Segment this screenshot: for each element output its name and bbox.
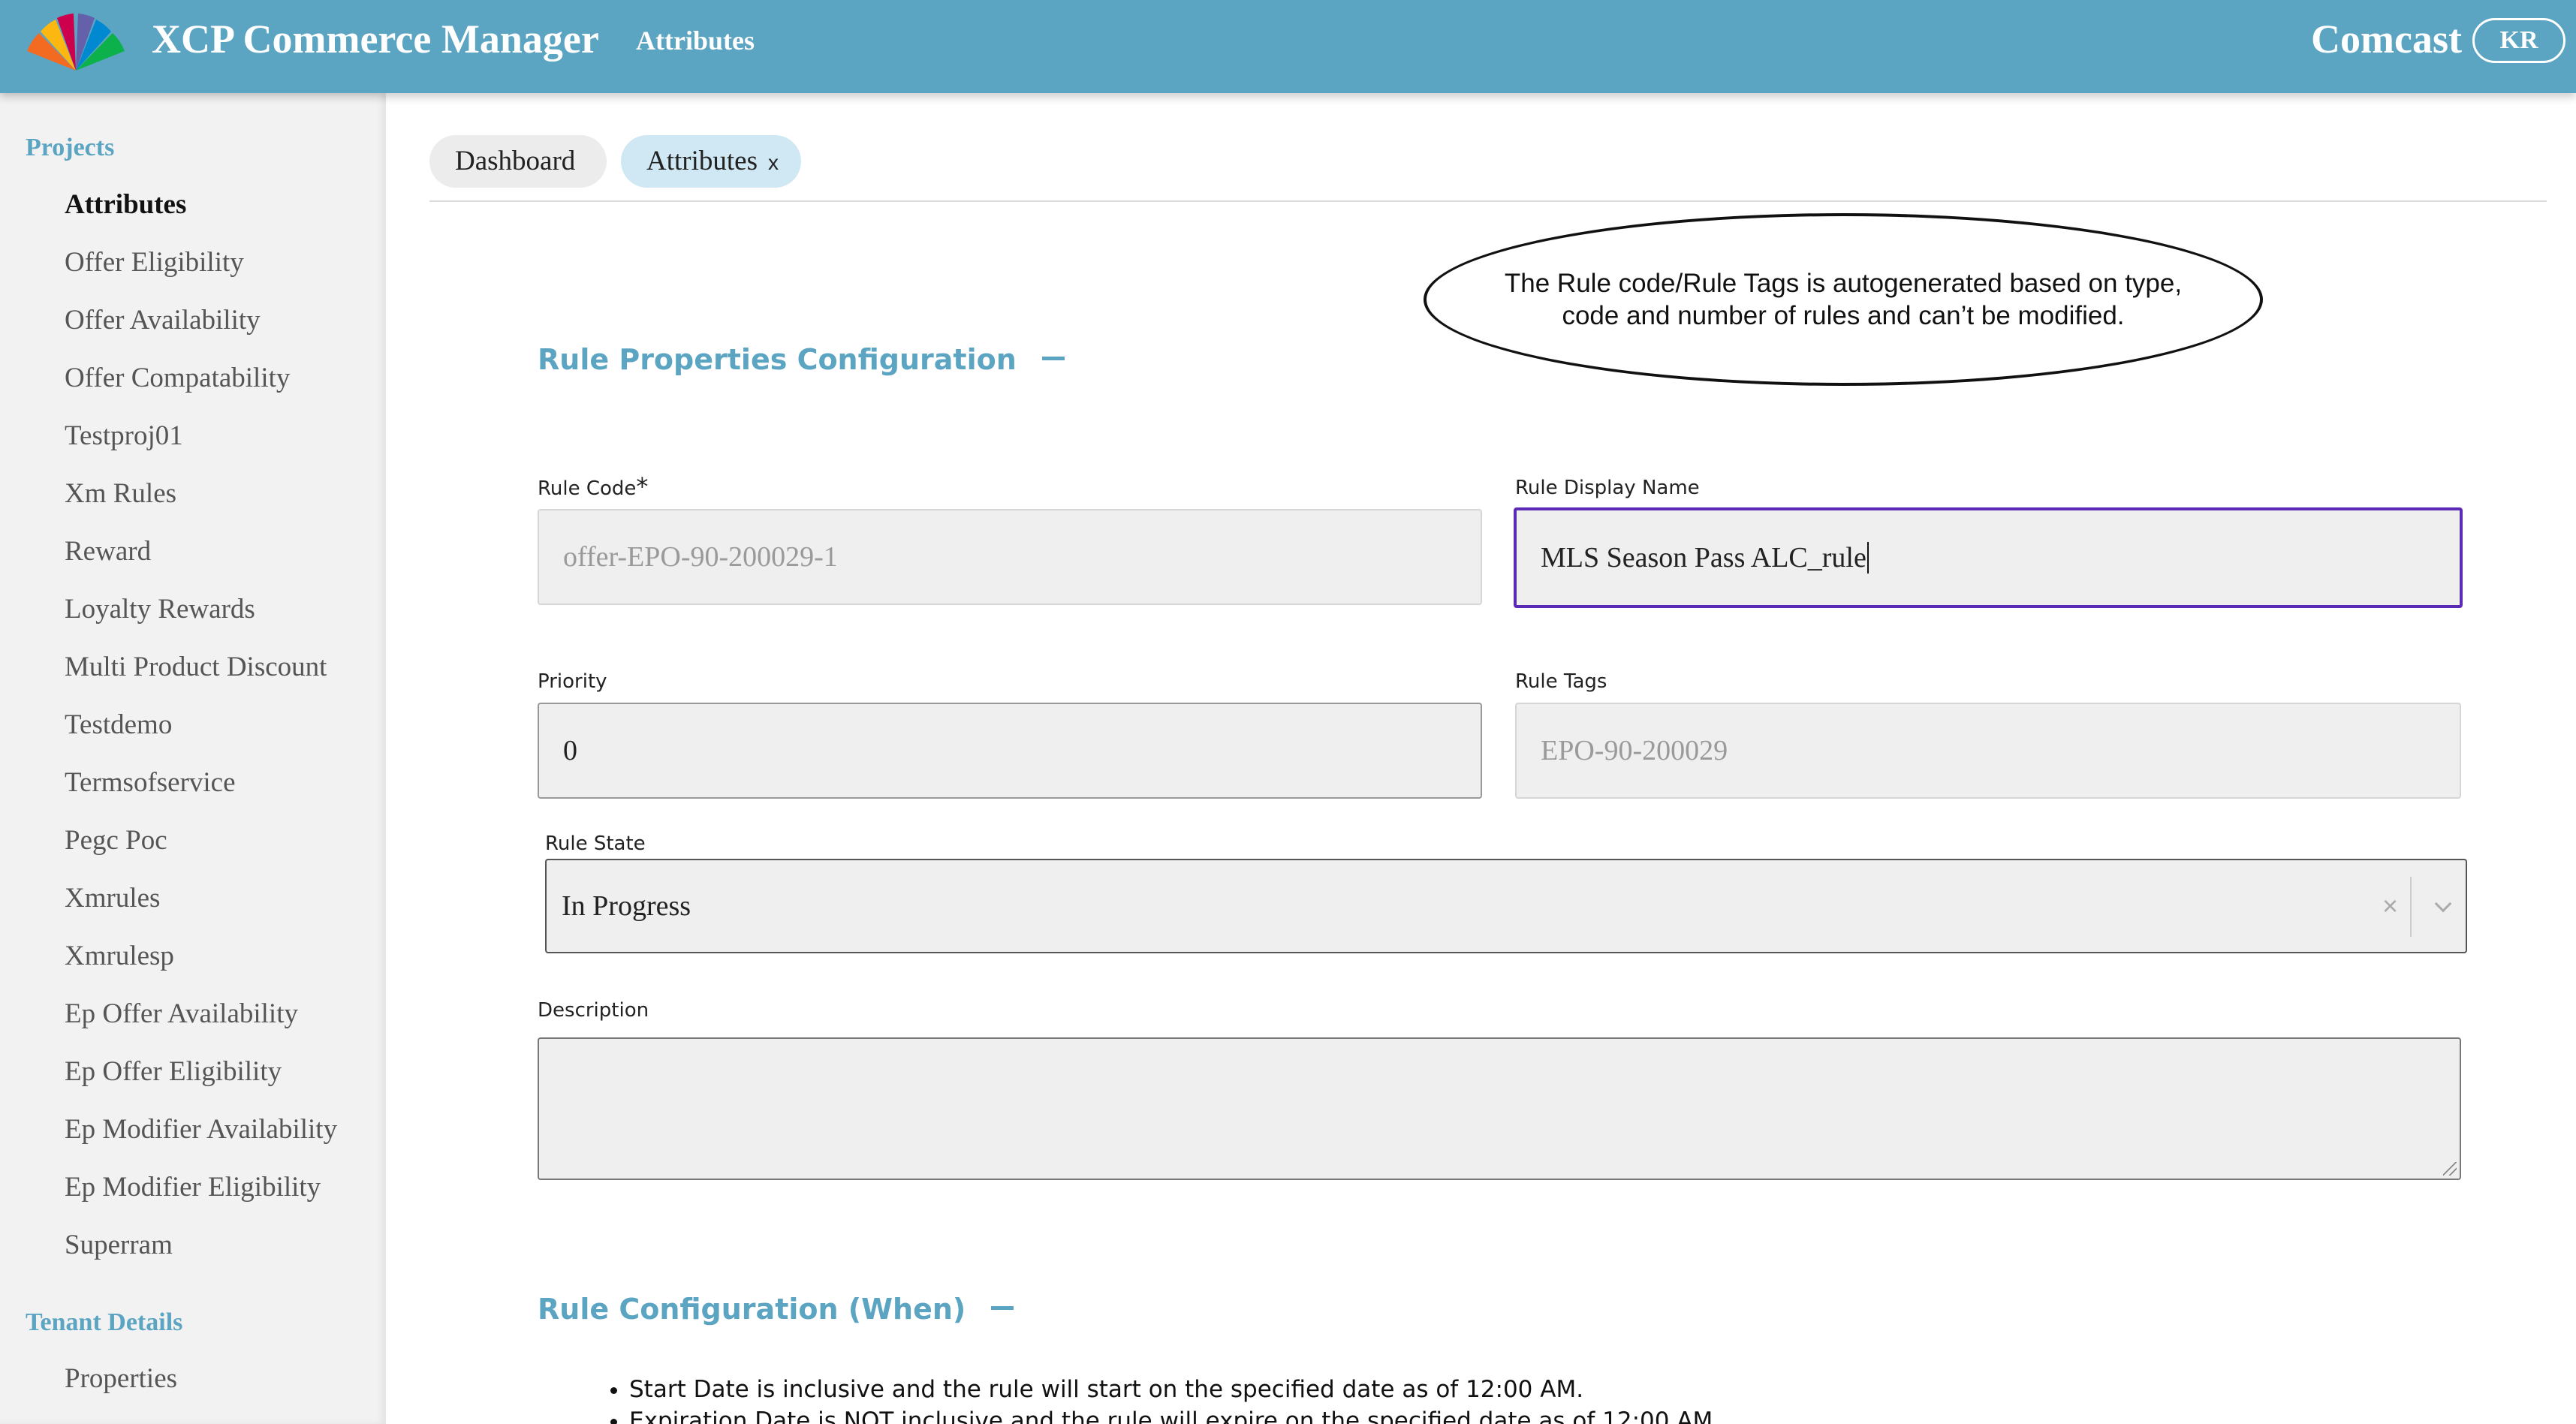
sidebar-item-offer-compatability[interactable]: Offer Compatability (65, 361, 290, 396)
sidebar-item-testdemo[interactable]: Testdemo (65, 708, 172, 742)
sidebar-item-ep-modifier-eligibility[interactable]: Ep Modifier Eligibility (65, 1170, 321, 1205)
rule-code-label-text: Rule Code (538, 477, 637, 500)
collapse-icon[interactable] (991, 1306, 1014, 1310)
collapse-icon[interactable] (1041, 357, 1065, 360)
peacock-logo-icon[interactable] (20, 6, 132, 74)
sidebar-item-superram[interactable]: Superram (65, 1228, 173, 1263)
priority-input[interactable]: 0 (538, 703, 1482, 799)
chevron-down-icon[interactable] (2434, 895, 2452, 913)
rule-tags-value: EPO-90-200029 (1541, 735, 1728, 766)
sidebar-item-xm-rules[interactable]: Xm Rules (65, 477, 176, 511)
nav-link-attributes[interactable]: Attributes (636, 24, 755, 57)
tabs-divider (429, 200, 2547, 202)
resize-handle-icon[interactable] (2443, 1162, 2457, 1176)
close-tab-icon[interactable]: x (768, 151, 779, 174)
sidebar-item-multi-product-discount[interactable]: Multi Product Discount (65, 650, 327, 685)
text-caret (1866, 542, 1869, 574)
sidebar-item-offer-eligibility[interactable]: Offer Eligibility (65, 245, 244, 280)
rule-state-value: In Progress (562, 890, 691, 922)
sidebar-item-offer-availability[interactable]: Offer Availability (65, 303, 261, 338)
priority-value: 0 (563, 735, 577, 766)
rule-tags-input[interactable]: EPO-90-200029 (1515, 703, 2461, 799)
sidebar-item-properties[interactable]: Properties (65, 1362, 177, 1396)
note-item: Start Date is inclusive and the rule wil… (629, 1374, 1720, 1405)
select-separator (2410, 877, 2412, 937)
sidebar-item-ep-offer-eligibility[interactable]: Ep Offer Eligibility (65, 1055, 282, 1089)
sidebar: Projects Attributes Offer Eligibility Of… (0, 93, 386, 1424)
clear-selection-icon[interactable]: × (2382, 860, 2398, 952)
rule-code-label: Rule Code* (538, 474, 648, 501)
sidebar-item-termsofservice[interactable]: Termsofservice (65, 766, 236, 800)
sidebar-item-xmrulesp[interactable]: Xmrulesp (65, 939, 174, 974)
top-bar: XCP Commerce Manager Attributes Comcast … (0, 0, 2576, 93)
description-label: Description (538, 999, 649, 1022)
tab-dashboard[interactable]: Dashboard (429, 135, 607, 188)
section-rule-configuration[interactable]: Rule Configuration (When) (538, 1291, 1014, 1327)
sidebar-item-loyalty-rewards[interactable]: Loyalty Rewards (65, 592, 255, 627)
annotation-callout: The Rule code/Rule Tags is autogenerated… (1424, 213, 2263, 386)
tab-label: Dashboard (455, 146, 576, 176)
sidebar-item-attributes[interactable]: Attributes (65, 188, 186, 222)
rule-tags-label: Rule Tags (1515, 670, 1607, 693)
sidebar-item-xmrules[interactable]: Xmrules (65, 881, 160, 916)
rule-display-name-label: Rule Display Name (1515, 477, 1700, 499)
note-item: Expiration Date is NOT inclusive and the… (629, 1405, 1720, 1424)
user-avatar[interactable]: KR (2472, 18, 2565, 63)
tab-attributes[interactable]: Attributes x (621, 135, 801, 188)
sidebar-item-ep-modifier-availability[interactable]: Ep Modifier Availability (65, 1112, 337, 1147)
sidebar-item-testproj01[interactable]: Testproj01 (65, 419, 183, 453)
brand-name: Comcast (2311, 17, 2462, 62)
rule-code-value: offer-EPO-90-200029-1 (563, 541, 838, 573)
callout-text: The Rule code/Rule Tags is autogenerated… (1504, 269, 2183, 330)
rule-display-name-value: MLS Season Pass ALC_rule (1541, 542, 1866, 574)
sidebar-item-reward[interactable]: Reward (65, 534, 151, 569)
rule-display-name-input[interactable]: MLS Season Pass ALC_rule (1514, 507, 2463, 608)
rule-state-label: Rule State (545, 832, 646, 855)
sidebar-heading-tenant-details[interactable]: Tenant Details (26, 1307, 182, 1338)
required-asterisk: * (636, 472, 649, 501)
sidebar-heading-projects[interactable]: Projects (26, 132, 114, 164)
section-rule-properties[interactable]: Rule Properties Configuration (538, 342, 1065, 378)
app-title[interactable]: XCP Commerce Manager (152, 15, 599, 63)
sidebar-item-ep-offer-availability[interactable]: Ep Offer Availability (65, 997, 298, 1031)
priority-label: Priority (538, 670, 607, 693)
section-title-text: Rule Configuration (When) (538, 1293, 966, 1326)
description-textarea[interactable] (538, 1037, 2461, 1180)
sidebar-item-pegc-poc[interactable]: Pegc Poc (65, 823, 167, 858)
rule-configuration-notes: Start Date is inclusive and the rule wil… (601, 1374, 1720, 1424)
section-title-text: Rule Properties Configuration (538, 343, 1017, 376)
rule-state-select[interactable]: In Progress × (545, 859, 2467, 953)
tab-label: Attributes (646, 146, 758, 176)
rule-code-input[interactable]: offer-EPO-90-200029-1 (538, 509, 1482, 605)
